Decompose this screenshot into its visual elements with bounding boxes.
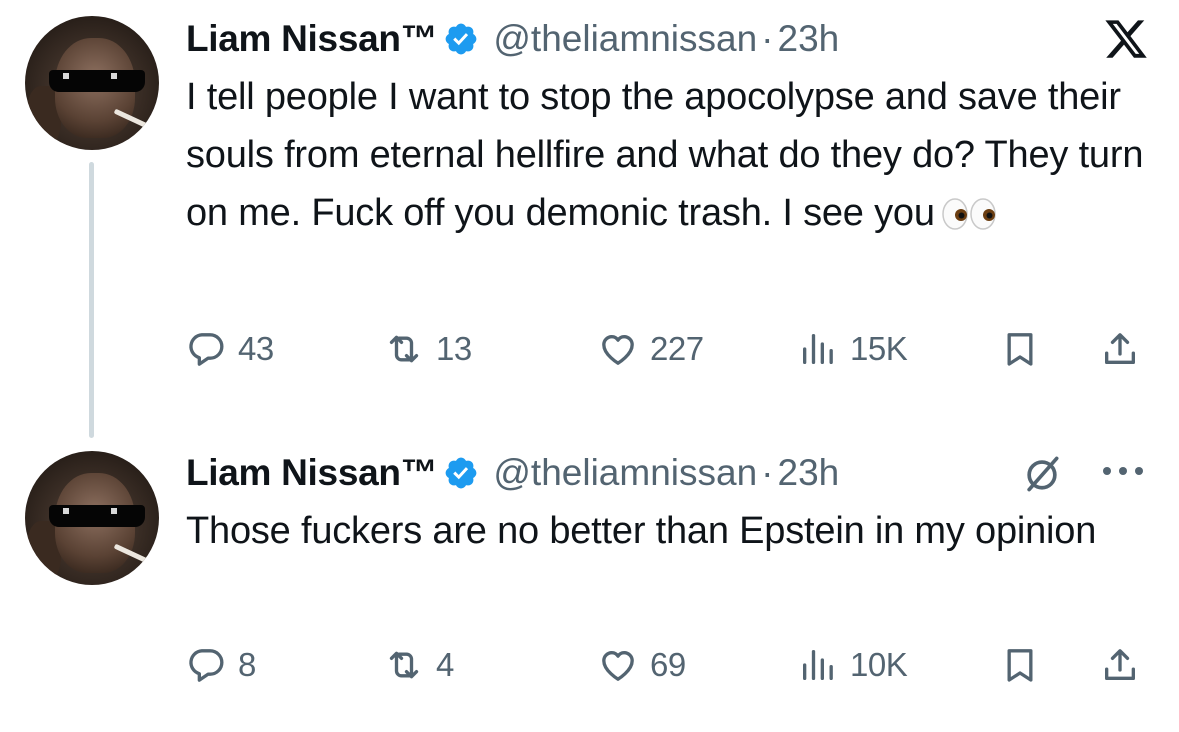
tweet-header: Liam Nissan™ @theliamnissan · 23h (186, 448, 839, 498)
reply-count: 8 (238, 646, 256, 683)
tweet-text: Those fuckers are no better than Epstein… (186, 510, 1097, 552)
tweet-header: Liam Nissan™ @theliamnissan · 23h (186, 14, 839, 64)
tweet-text-body: I tell people I want to stop the apocoly… (186, 76, 1144, 234)
verified-badge-icon[interactable] (443, 21, 479, 57)
like-button[interactable]: 69 (598, 640, 686, 690)
eyes-emoji-icon (942, 198, 996, 230)
avatar[interactable] (25, 16, 159, 150)
retweet-icon (384, 329, 424, 369)
views-icon (798, 645, 838, 685)
x-logo-icon (1105, 20, 1147, 58)
reply-button[interactable]: 8 (186, 640, 256, 690)
verified-badge-icon[interactable] (443, 455, 479, 491)
action-bar: 43 13 227 15K (186, 324, 1146, 374)
reply-button[interactable]: 43 (186, 324, 274, 374)
view-count: 15K (850, 330, 908, 367)
views-button[interactable]: 15K (798, 324, 908, 374)
avatar-sunglasses (49, 70, 145, 92)
reply-count: 43 (238, 330, 274, 367)
tweet[interactable]: Liam Nissan™ @theliamnissan · 23h I tell… (0, 0, 1179, 440)
reply-icon (186, 329, 226, 369)
tweet[interactable]: Liam Nissan™ @theliamnissan · 23h Those … (0, 440, 1179, 732)
grok-icon[interactable] (1020, 452, 1064, 496)
retweet-count: 4 (436, 646, 454, 683)
share-button[interactable] (1100, 640, 1140, 690)
separator-dot: · (761, 18, 774, 59)
author-name[interactable]: Liam Nissan™ (186, 452, 438, 494)
bookmark-icon (1000, 329, 1040, 369)
avatar[interactable] (25, 451, 159, 585)
share-button[interactable] (1100, 324, 1140, 374)
author-handle[interactable]: @theliamnissan (493, 18, 757, 60)
view-count: 10K (850, 646, 908, 683)
heart-icon (598, 645, 638, 685)
more-icon[interactable] (1098, 456, 1148, 486)
retweet-icon (384, 645, 424, 685)
views-icon (798, 329, 838, 369)
share-icon (1100, 329, 1140, 369)
bookmark-button[interactable] (1000, 324, 1040, 374)
like-count: 69 (650, 646, 686, 683)
thread-line (89, 162, 94, 438)
action-bar: 8 4 69 10K (186, 640, 1146, 690)
retweet-count: 13 (436, 330, 472, 367)
reply-icon (186, 645, 226, 685)
views-button[interactable]: 10K (798, 640, 908, 690)
timestamp[interactable]: 23h (778, 452, 840, 494)
retweet-button[interactable]: 13 (384, 324, 472, 374)
timestamp[interactable]: 23h (778, 18, 840, 60)
author-name[interactable]: Liam Nissan™ (186, 18, 438, 60)
like-button[interactable]: 227 (598, 324, 704, 374)
retweet-button[interactable]: 4 (384, 640, 454, 690)
bookmark-button[interactable] (1000, 640, 1040, 690)
bookmark-icon (1000, 645, 1040, 685)
separator-dot: · (761, 452, 774, 493)
author-handle[interactable]: @theliamnissan (493, 452, 757, 494)
avatar-sunglasses (49, 505, 145, 527)
like-count: 227 (650, 330, 704, 367)
tweet-text: I tell people I want to stop the apocoly… (186, 68, 1146, 242)
heart-icon (598, 329, 638, 369)
share-icon (1100, 645, 1140, 685)
